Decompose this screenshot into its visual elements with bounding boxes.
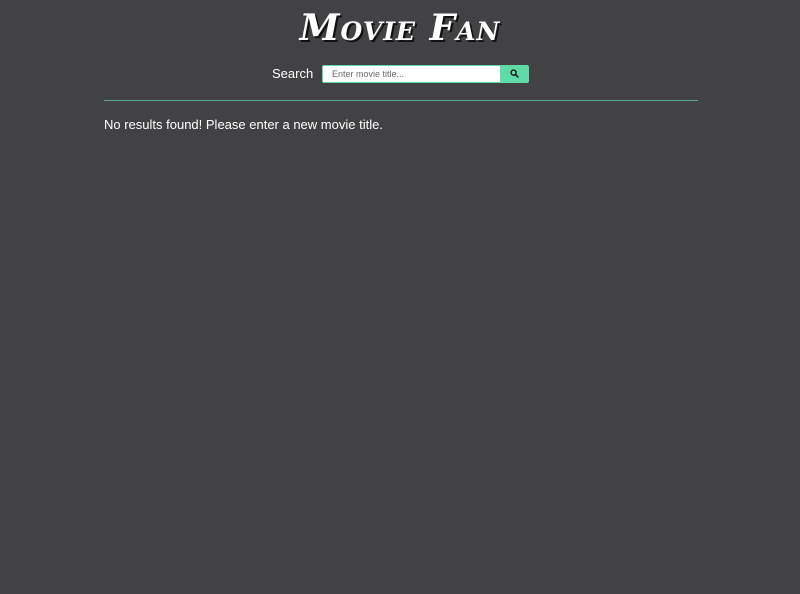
divider — [104, 100, 698, 101]
search-icon — [510, 69, 519, 78]
app-title: Movie Fan — [299, 7, 501, 49]
search-form: Search — [272, 64, 529, 83]
search-input[interactable] — [322, 64, 500, 83]
results-message: No results found! Please enter a new mov… — [104, 117, 383, 132]
search-button[interactable] — [500, 64, 529, 83]
search-label: Search — [272, 66, 314, 81]
